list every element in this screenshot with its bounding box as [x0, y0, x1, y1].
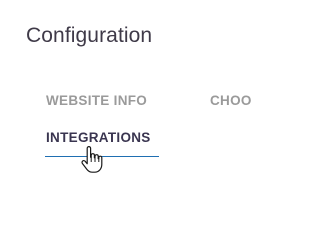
configuration-tabs: WEBSITE INFO CHOO INTEGRATIONS: [0, 0, 254, 204]
hand-pointer-icon: [81, 146, 103, 173]
tab-integrations[interactable]: INTEGRATIONS: [46, 130, 151, 145]
tab-website-info[interactable]: WEBSITE INFO: [46, 93, 147, 108]
tab-choo[interactable]: CHOO: [210, 93, 252, 108]
